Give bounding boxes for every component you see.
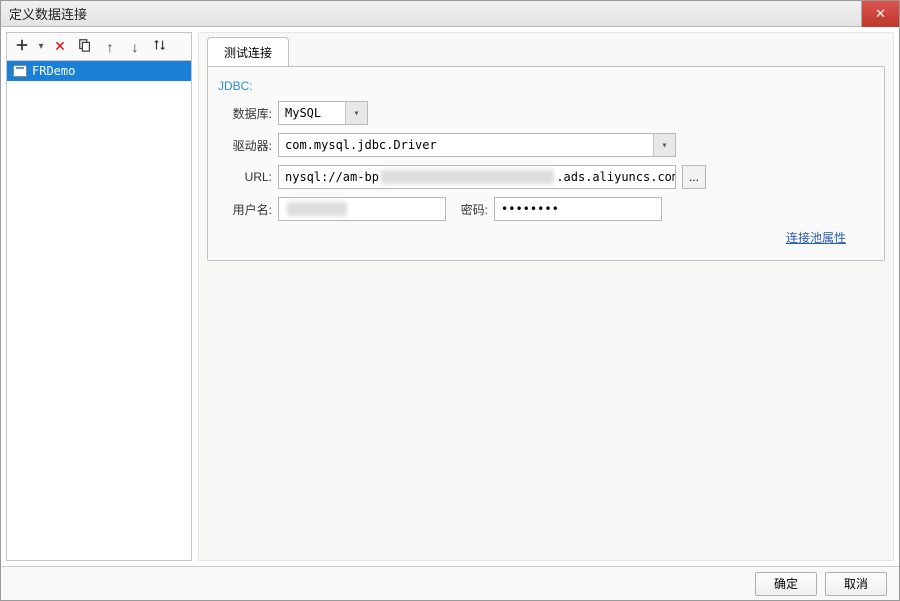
row-driver: 驱动器: com.mysql.jdbc.Driver ▾ [218, 133, 874, 157]
dialog-window: 定义数据连接 ✕ ▾ ✕ [0, 0, 900, 601]
left-panel: ▾ ✕ ↑ ↓ [6, 32, 192, 561]
close-icon: ✕ [875, 6, 886, 22]
label-database: 数据库: [218, 105, 272, 122]
label-driver: 驱动器: [218, 137, 272, 154]
add-dropdown-icon[interactable]: ▾ [36, 36, 46, 58]
tab-test-connection[interactable]: 测试连接 [207, 37, 289, 67]
sort-button[interactable] [149, 36, 171, 58]
add-button[interactable] [11, 36, 33, 58]
list-item[interactable]: FRDemo [7, 61, 191, 81]
delete-button[interactable]: ✕ [49, 36, 71, 58]
titlebar: 定义数据连接 ✕ [1, 1, 899, 27]
row-database: 数据库: MySQL ▾ [218, 101, 874, 125]
cancel-button[interactable]: 取消 [825, 572, 887, 596]
row-url: URL: nysql://am-bp xxxxxxxxxxxxxxxxxxxxx… [218, 165, 874, 189]
url-suffix: .ads.aliyuncs.com:3306 [556, 170, 676, 184]
username-redacted: xxxxxx [287, 202, 347, 216]
window-title: 定义数据连接 [9, 4, 87, 23]
connection-list: FRDemo [7, 61, 191, 560]
label-url: URL: [218, 170, 272, 184]
url-prefix: nysql://am-bp [285, 170, 379, 184]
right-panel: 测试连接 JDBC: 数据库: MySQL ▾ 驱动器: com.mysql.j… [198, 32, 894, 561]
database-value: MySQL [285, 106, 321, 120]
label-username: 用户名: [218, 201, 272, 218]
move-down-button[interactable]: ↓ [124, 36, 146, 58]
chevron-down-icon: ▾ [345, 102, 367, 124]
cancel-label: 取消 [844, 575, 868, 592]
list-item-label: FRDemo [32, 64, 75, 78]
connection-pool-link[interactable]: 连接池属性 [786, 229, 846, 246]
ok-button[interactable]: 确定 [755, 572, 817, 596]
arrow-up-icon: ↑ [107, 39, 114, 55]
database-icon [13, 65, 27, 77]
ok-label: 确定 [774, 575, 798, 592]
tab-label: 测试连接 [224, 46, 272, 60]
delete-icon: ✕ [54, 38, 66, 55]
arrow-down-icon: ↓ [132, 39, 139, 55]
password-input[interactable]: •••••••• [494, 197, 662, 221]
password-value: •••••••• [501, 202, 559, 216]
move-up-button[interactable]: ↑ [99, 36, 121, 58]
row-credentials: 用户名: xxxxxx 密码: •••••••• [218, 197, 874, 221]
driver-value: com.mysql.jdbc.Driver [285, 138, 437, 152]
form-area: JDBC: 数据库: MySQL ▾ 驱动器: com.mysql.jdbc.D… [207, 66, 885, 261]
copy-button[interactable] [74, 36, 96, 58]
jdbc-section-label: JDBC: [218, 79, 874, 93]
left-toolbar: ▾ ✕ ↑ ↓ [7, 33, 191, 61]
database-select[interactable]: MySQL ▾ [278, 101, 368, 125]
row-pool-link: 连接池属性 [218, 229, 874, 246]
username-input[interactable]: xxxxxx [278, 197, 446, 221]
chevron-down-icon: ▾ [653, 134, 675, 156]
copy-icon [78, 38, 92, 55]
label-password: 密码: [452, 201, 488, 218]
dialog-footer: 确定 取消 [1, 566, 899, 600]
plus-icon [15, 38, 29, 55]
content-area: ▾ ✕ ↑ ↓ [1, 27, 899, 566]
url-browse-button[interactable]: ... [682, 165, 706, 189]
driver-select[interactable]: com.mysql.jdbc.Driver ▾ [278, 133, 676, 157]
tab-strip: 测试连接 [207, 37, 885, 67]
url-input[interactable]: nysql://am-bp xxxxxxxxxxxxxxxxxxxxxxxx .… [278, 165, 676, 189]
close-button[interactable]: ✕ [861, 1, 899, 27]
sort-icon [153, 38, 167, 55]
url-redacted: xxxxxxxxxxxxxxxxxxxxxxxx [381, 170, 554, 184]
ellipsis-icon: ... [689, 170, 699, 184]
